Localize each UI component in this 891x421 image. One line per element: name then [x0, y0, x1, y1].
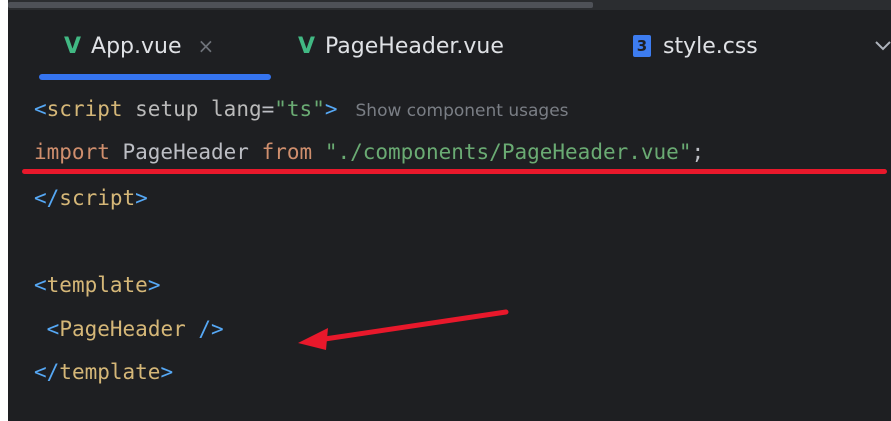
tab-label: App.vue: [91, 33, 182, 59]
code-editor[interactable]: <script setup lang="ts"> Show component u…: [8, 82, 891, 421]
show-component-usages-link[interactable]: Show component usages: [356, 101, 569, 121]
close-icon[interactable]: ×: [198, 34, 215, 58]
css-icon: 3: [633, 35, 651, 57]
code-line-2: import PageHeader from "./components/Pag…: [34, 140, 705, 164]
code-line-3: </script>: [34, 186, 148, 210]
red-arrow-annotation: [298, 309, 509, 350]
code-line-7: </template>: [34, 360, 174, 384]
tab-style-css[interactable]: 3 style.css: [633, 10, 758, 82]
red-underline-annotation: [22, 169, 887, 174]
tab-pageheader-vue[interactable]: V PageHeader.vue: [298, 10, 504, 82]
code-line-1: <script setup lang="ts"> Show component u…: [34, 97, 569, 121]
tab-app-vue[interactable]: V App.vue ×: [64, 10, 214, 82]
vue-icon: V: [298, 33, 316, 59]
code-line-6: <PageHeader />: [46, 317, 224, 341]
tab-label: style.css: [663, 33, 758, 59]
scrollbar-thumb[interactable]: [8, 2, 593, 8]
horizontal-scrollbar[interactable]: [8, 0, 891, 10]
chevron-down-icon[interactable]: [873, 10, 891, 82]
active-tab-indicator: [39, 74, 271, 80]
code-line-5: <template>: [34, 273, 161, 297]
tab-label: PageHeader.vue: [325, 33, 504, 59]
vue-icon: V: [64, 33, 82, 59]
editor-tab-bar: V App.vue × V PageHeader.vue 3 style.css: [8, 10, 891, 82]
editor-window: V App.vue × V PageHeader.vue 3 style.css…: [8, 0, 891, 421]
